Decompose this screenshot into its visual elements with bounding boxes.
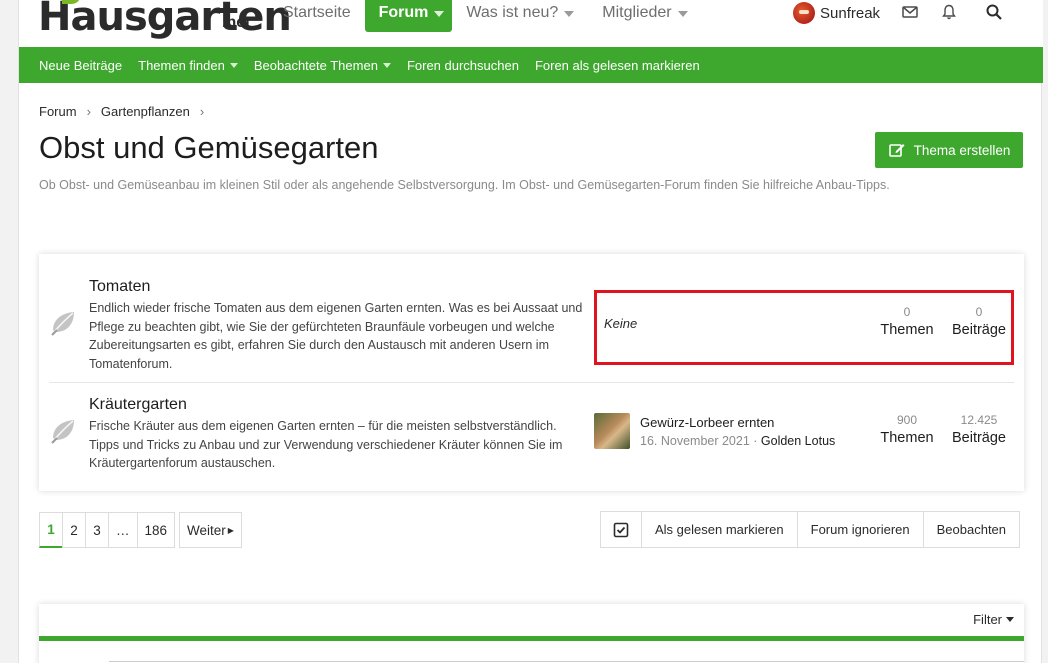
subnav-new-posts[interactable]: Neue Beiträge — [39, 58, 122, 73]
ignore-forum-button[interactable]: Forum ignorieren — [796, 511, 924, 548]
nav-forum[interactable]: Forum — [364, 0, 453, 32]
main-nav: Startseite Forum Was ist neu? Mitglieder — [269, 0, 702, 32]
chevron-down-icon[interactable] — [564, 11, 575, 17]
stat-posts-value: 12.425 — [960, 413, 998, 427]
envelope-icon[interactable] — [901, 3, 919, 21]
latest-post-meta: 16. November 2021 · Golden Lotus — [640, 434, 835, 448]
divider — [109, 661, 1024, 662]
latest-post-separator: · — [749, 434, 761, 448]
page-description: Ob Obst- und Gemüseanbau im kleinen Stil… — [39, 178, 890, 192]
leaf-icon — [51, 420, 74, 444]
page-link[interactable]: 2 — [62, 512, 86, 548]
forum-node: Tomaten Endlich wieder frische Tomaten a… — [39, 254, 1024, 382]
page-ellipsis[interactable]: … — [108, 512, 138, 548]
subnav-watched-threads[interactable]: Beobachtete Themen — [254, 58, 391, 73]
subnav-find-threads[interactable]: Themen finden — [138, 58, 238, 73]
node-title-kraeutergarten[interactable]: Kräutergarten — [89, 396, 187, 414]
chevron-right-icon: › — [86, 104, 91, 119]
nav-forum-label: Forum — [378, 4, 429, 21]
breadcrumb: Forum › Gartenpflanzen › — [39, 104, 204, 119]
subnav-search-forums[interactable]: Foren durchsuchen — [407, 58, 519, 73]
next-page-button[interactable]: Weiter ▶ — [179, 512, 242, 548]
nav-startseite-label: Startseite — [283, 4, 351, 21]
subnav-new-posts-label: Neue Beiträge — [39, 57, 123, 73]
stat-threads: 900 Themen — [874, 413, 940, 446]
nav-members[interactable]: Mitglieder — [588, 0, 701, 32]
edit-icon — [888, 144, 905, 157]
select-checkbox[interactable] — [600, 511, 642, 548]
nav-whats-new[interactable]: Was ist neu? — [452, 0, 588, 32]
stat-posts-label: Beiträge — [951, 430, 1006, 446]
logo-net-text: .net — [222, 14, 251, 31]
breadcrumb-gartenpflanzen[interactable]: Gartenpflanzen — [101, 104, 190, 119]
page-title: Obst und Gemüsegarten — [39, 130, 379, 165]
chevron-down-icon[interactable] — [382, 62, 391, 68]
node-description: Frische Kräuter aus dem eigenen Garten e… — [89, 419, 563, 470]
sub-nav: Neue Beiträge Themen finden Beobachtete … — [19, 47, 1043, 83]
forum-node: Kräutergarten Frische Kräuter aus dem ei… — [49, 382, 1014, 491]
username: Sunfreak — [820, 4, 881, 22]
search-icon[interactable] — [985, 3, 1003, 21]
node-description: Endlich wieder frische Tomaten aus dem e… — [89, 301, 583, 371]
watch-forum-button[interactable]: Beobachten — [922, 511, 1021, 548]
checkbox-icon — [613, 522, 629, 537]
breadcrumb-forum[interactable]: Forum — [39, 104, 77, 119]
mark-read-button[interactable]: Als gelesen markieren — [641, 511, 798, 548]
page-link[interactable]: 3 — [85, 512, 109, 548]
chevron-down-icon — [1006, 617, 1014, 622]
node-title-tomaten[interactable]: Tomaten — [89, 278, 150, 296]
subnav-watched-threads-label: Beobachtete Themen — [253, 57, 378, 73]
chevron-down-icon[interactable] — [434, 11, 445, 17]
latest-post-author[interactable]: Golden Lotus — [761, 434, 835, 448]
subnav-find-threads-label: Themen finden — [138, 57, 225, 73]
chevron-right-icon: › — [199, 104, 205, 119]
avatar — [793, 2, 815, 24]
filter-button[interactable]: Filter — [973, 612, 1014, 627]
logo-text: Hausgarten — [38, 0, 292, 40]
create-thread-label: Thema erstellen — [913, 142, 1011, 158]
filter-label: Filter — [973, 612, 1002, 627]
forum-node-list: Tomaten Endlich wieder frische Tomaten a… — [39, 254, 1024, 491]
stat-threads-label: Themen — [880, 430, 934, 446]
nav-members-label: Mitglieder — [602, 4, 672, 21]
top-header: Hausgarten .net Startseite Forum Was ist… — [19, 0, 1043, 47]
thread-list-block: Filter — [39, 604, 1024, 663]
pagination: 1 2 3 … 186 Weiter ▶ — [39, 512, 242, 548]
latest-post-title[interactable]: Gewürz-Lorbeer ernten — [640, 415, 774, 430]
divider — [39, 636, 1024, 641]
avatar[interactable] — [594, 413, 630, 449]
user-menu[interactable]: Sunfreak — [793, 0, 880, 26]
highlight-box — [594, 290, 1014, 365]
page-container: Hausgarten .net Startseite Forum Was ist… — [18, 0, 1043, 663]
chevron-down-icon[interactable] — [677, 11, 688, 17]
caret-right-icon: ▶ — [227, 525, 234, 535]
nav-whats-new-label: Was ist neu? — [466, 4, 559, 21]
bell-icon[interactable] — [940, 3, 958, 21]
page-link[interactable]: 1 — [39, 512, 63, 548]
subnav-mark-forums-read-label: Foren als gelesen markieren — [534, 57, 700, 73]
chevron-down-icon[interactable] — [229, 62, 238, 68]
leaf-icon — [51, 312, 74, 336]
subnav-mark-forums-read[interactable]: Foren als gelesen markieren — [535, 58, 700, 73]
next-page-label: Weiter — [187, 522, 226, 538]
stat-threads-value: 900 — [896, 413, 918, 427]
stat-posts: 12.425 Beiträge — [946, 413, 1012, 446]
create-thread-button[interactable]: Thema erstellen — [875, 132, 1023, 168]
page-link[interactable]: 186 — [136, 512, 176, 548]
latest-post-date[interactable]: 16. November 2021 — [640, 434, 750, 448]
forum-actions: Als gelesen markieren Forum ignorieren B… — [600, 511, 1021, 548]
nav-startseite[interactable]: Startseite — [269, 0, 365, 32]
subnav-search-forums-label: Foren durchsuchen — [406, 57, 519, 73]
